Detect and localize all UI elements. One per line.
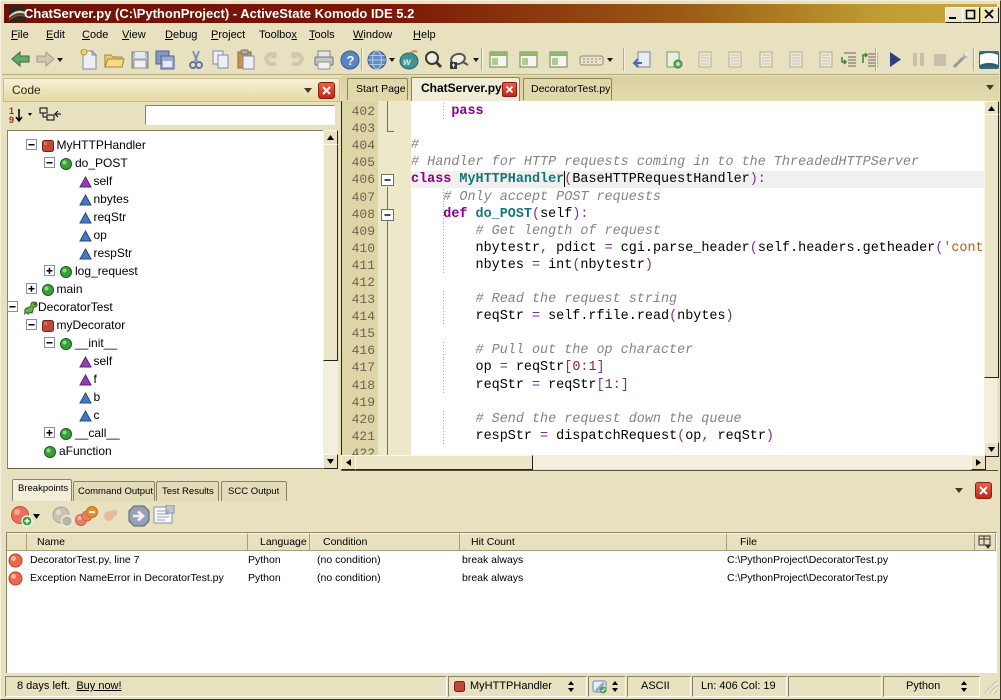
svg-text:?: ? (347, 53, 355, 68)
svg-text:w: w (403, 57, 412, 68)
svg-text:9: 9 (9, 115, 14, 125)
